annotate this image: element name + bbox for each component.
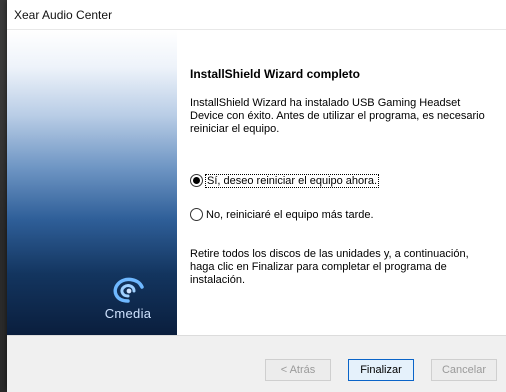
restart-now-label[interactable]: Sí, deseo reiniciar el equipo ahora.: [205, 173, 379, 188]
installer-window: Xear Audio Center Cmedia InstallShield W…: [7, 0, 506, 392]
wizard-footer: < Atrás Finalizar Cancelar: [7, 335, 506, 392]
cancel-button[interactable]: Cancelar: [431, 359, 497, 381]
wizard-content: InstallShield Wizard completo InstallShi…: [190, 30, 496, 335]
cmedia-logo-icon: [113, 277, 144, 303]
completion-description: InstallShield Wizard ha instalado USB Ga…: [190, 97, 485, 135]
restart-later-radio[interactable]: [190, 208, 203, 221]
wizard-body: Cmedia InstallShield Wizard completo Ins…: [7, 30, 506, 335]
cmedia-logo-text: Cmedia: [104, 306, 152, 321]
finish-button[interactable]: Finalizar: [348, 359, 414, 381]
restart-now-option[interactable]: Sí, deseo reiniciar el equipo ahora.: [190, 173, 379, 188]
cmedia-logo: Cmedia: [93, 275, 163, 335]
wizard-sidebar-banner: Cmedia: [7, 30, 177, 335]
restart-later-label[interactable]: No, reiniciaré el equipo más tarde.: [206, 209, 374, 221]
title-bar[interactable]: Xear Audio Center: [7, 0, 506, 30]
page-title: InstallShield Wizard completo: [190, 67, 360, 81]
window-title: Xear Audio Center: [14, 7, 113, 22]
remove-disks-note: Retire todos los discos de las unidades …: [190, 248, 469, 286]
restart-now-radio[interactable]: [190, 174, 203, 187]
restart-later-option[interactable]: No, reiniciaré el equipo más tarde.: [190, 208, 374, 221]
back-button[interactable]: < Atrás: [265, 359, 331, 381]
